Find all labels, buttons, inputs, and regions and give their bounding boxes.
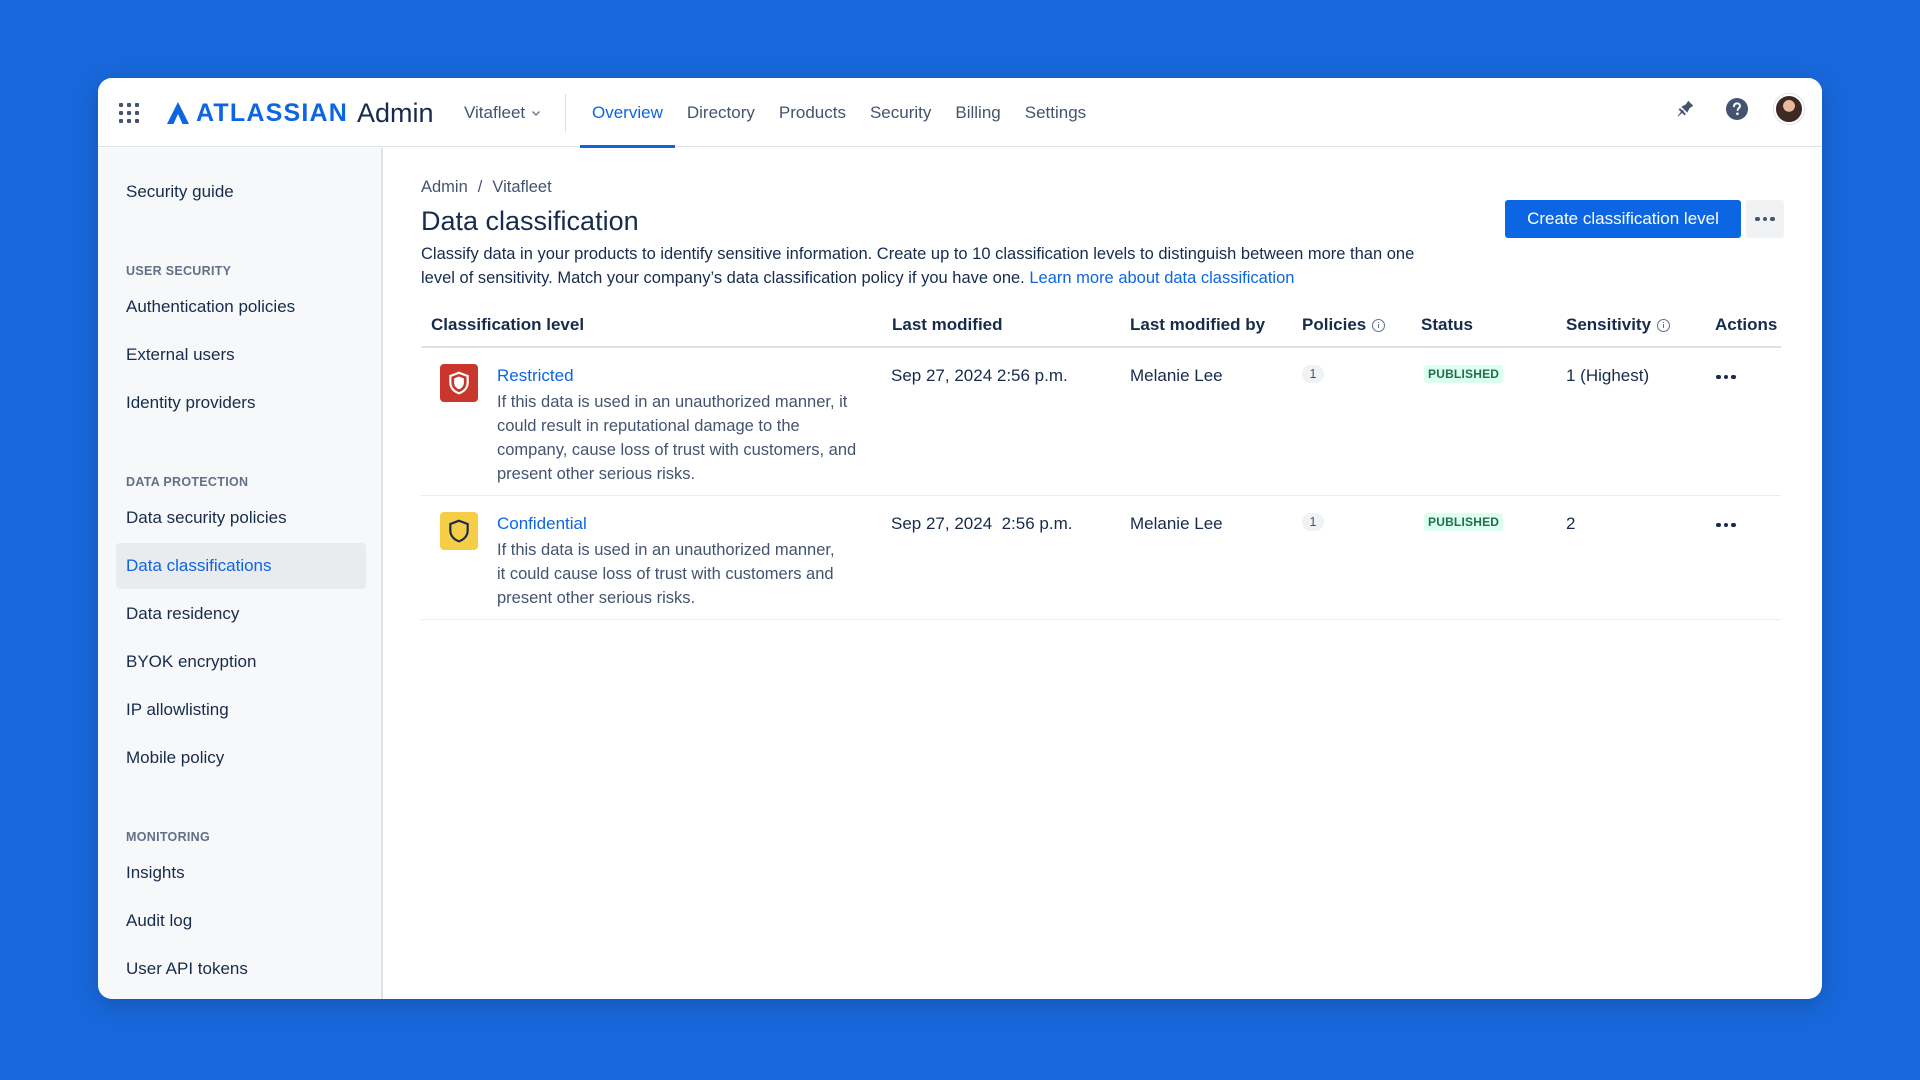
tab-overview[interactable]: Overview xyxy=(580,78,675,148)
table-header: Classification level Last modified Last … xyxy=(421,298,1781,348)
shield-icon xyxy=(440,364,478,402)
header-actions: Actions xyxy=(1715,315,1778,334)
sidebar-item-authentication-policies[interactable]: Authentication policies xyxy=(116,284,366,330)
app-switcher-icon[interactable] xyxy=(119,103,139,123)
classification-description: If this data is used in an unauthorized … xyxy=(497,393,857,483)
modified-by-cell: Melanie Lee xyxy=(1130,514,1223,533)
top-navigation: ATLASSIAN Admin Vitafleet Overview Direc… xyxy=(98,78,1822,148)
help-icon[interactable] xyxy=(1722,94,1752,124)
info-icon[interactable] xyxy=(1657,318,1671,332)
classification-name-link[interactable]: Restricted xyxy=(497,366,574,386)
sidebar-item-mobile-policy[interactable]: Mobile policy xyxy=(116,735,366,781)
sidebar-item-data-classifications[interactable]: Data classifications xyxy=(116,543,366,589)
modified-by-cell: Melanie Lee xyxy=(1130,366,1223,385)
header-last-modified[interactable]: Last modified xyxy=(892,315,1003,335)
header-policies[interactable]: Policies xyxy=(1302,315,1386,335)
sidebar-item-identity-providers[interactable]: Identity providers xyxy=(116,380,366,426)
shield-icon xyxy=(440,512,478,550)
table-row: Restricted If this data is used in an un… xyxy=(421,348,1781,496)
tab-products[interactable]: Products xyxy=(767,78,858,147)
sidebar-heading-user-security: USER SECURITY xyxy=(126,264,232,278)
sidebar-item-data-residency[interactable]: Data residency xyxy=(116,591,366,637)
row-actions-button[interactable] xyxy=(1711,518,1741,532)
admin-window: ATLASSIAN Admin Vitafleet Overview Direc… xyxy=(98,78,1822,999)
table-row: Confidential If this data is used in an … xyxy=(421,496,1781,620)
breadcrumb-vitafleet[interactable]: Vitafleet xyxy=(492,178,551,197)
header-status[interactable]: Status xyxy=(1421,315,1473,335)
notification-icon[interactable] xyxy=(1670,94,1700,124)
nav-right-actions xyxy=(1670,94,1804,124)
sidebar-item-insights[interactable]: Insights xyxy=(116,850,366,896)
more-actions-button[interactable] xyxy=(1746,200,1784,238)
learn-more-link[interactable]: Learn more about data classification xyxy=(1029,269,1294,287)
header-sensitivity[interactable]: Sensitivity xyxy=(1566,315,1671,335)
more-icon xyxy=(1716,522,1736,528)
workspace-switcher[interactable]: Vitafleet xyxy=(464,98,557,128)
tab-directory[interactable]: Directory xyxy=(675,78,767,147)
sidebar-item-external-users[interactable]: External users xyxy=(116,332,366,378)
policies-count-badge: 1 xyxy=(1302,513,1324,531)
classification-description: If this data is used in an unauthorized … xyxy=(497,541,835,607)
row-actions-button[interactable] xyxy=(1711,370,1741,384)
sidebar: Security guide USER SECURITY Authenticat… xyxy=(98,148,383,999)
info-icon[interactable] xyxy=(1372,318,1386,332)
header-classification-level[interactable]: Classification level xyxy=(431,315,584,335)
tab-settings[interactable]: Settings xyxy=(1013,78,1098,147)
avatar[interactable] xyxy=(1774,94,1804,124)
atlassian-logo-icon xyxy=(167,102,189,124)
sensitivity-cell: 1 (Highest) xyxy=(1566,366,1650,385)
sensitivity-cell: 2 xyxy=(1566,514,1576,533)
sidebar-item-byok-encryption[interactable]: BYOK encryption xyxy=(116,639,366,685)
page-description: Classify data in your products to identi… xyxy=(421,242,1451,290)
last-modified-cell: Sep 27, 2024 2:56 p.m. xyxy=(891,514,1073,533)
workspace-name: Vitafleet xyxy=(464,103,526,122)
breadcrumb-separator: / xyxy=(477,178,483,196)
status-badge: PUBLISHED xyxy=(1424,365,1504,383)
create-classification-level-button[interactable]: Create classification level xyxy=(1505,200,1741,238)
atlassian-admin-logo[interactable]: ATLASSIAN Admin xyxy=(166,97,434,129)
nav-tabs: Overview Directory Products Security Bil… xyxy=(580,78,1098,148)
policies-count-badge: 1 xyxy=(1302,365,1324,383)
nav-divider xyxy=(565,94,566,132)
sidebar-item-data-security-policies[interactable]: Data security policies xyxy=(116,495,366,541)
tab-security[interactable]: Security xyxy=(858,78,943,147)
more-icon xyxy=(1755,216,1775,222)
main-content: Admin / Vitafleet Data classification Cr… xyxy=(385,148,1822,999)
logo-text: ATLASSIAN xyxy=(196,98,348,127)
breadcrumb: Admin / Vitafleet xyxy=(421,178,552,197)
classification-table: Classification level Last modified Last … xyxy=(421,298,1781,620)
product-name: Admin xyxy=(357,97,434,128)
last-modified-cell: Sep 27, 2024 2:56 p.m. xyxy=(891,366,1068,385)
header-last-modified-by[interactable]: Last modified by xyxy=(1130,315,1265,335)
tab-billing[interactable]: Billing xyxy=(943,78,1012,147)
sidebar-item-user-api-tokens[interactable]: User API tokens xyxy=(116,946,366,992)
sidebar-heading-monitoring: MONITORING xyxy=(126,830,211,844)
sidebar-heading-data-protection: DATA PROTECTION xyxy=(126,475,249,489)
status-badge: PUBLISHED xyxy=(1424,513,1504,531)
breadcrumb-admin[interactable]: Admin xyxy=(421,178,468,197)
classification-name-link[interactable]: Confidential xyxy=(497,514,587,534)
chevron-down-icon xyxy=(532,111,541,116)
more-icon xyxy=(1716,374,1736,380)
sidebar-item-audit-log[interactable]: Audit log xyxy=(116,898,366,944)
page-title: Data classification xyxy=(421,206,639,236)
sidebar-item-ip-allowlisting[interactable]: IP allowlisting xyxy=(116,687,366,733)
sidebar-item-security-guide[interactable]: Security guide xyxy=(116,169,366,215)
